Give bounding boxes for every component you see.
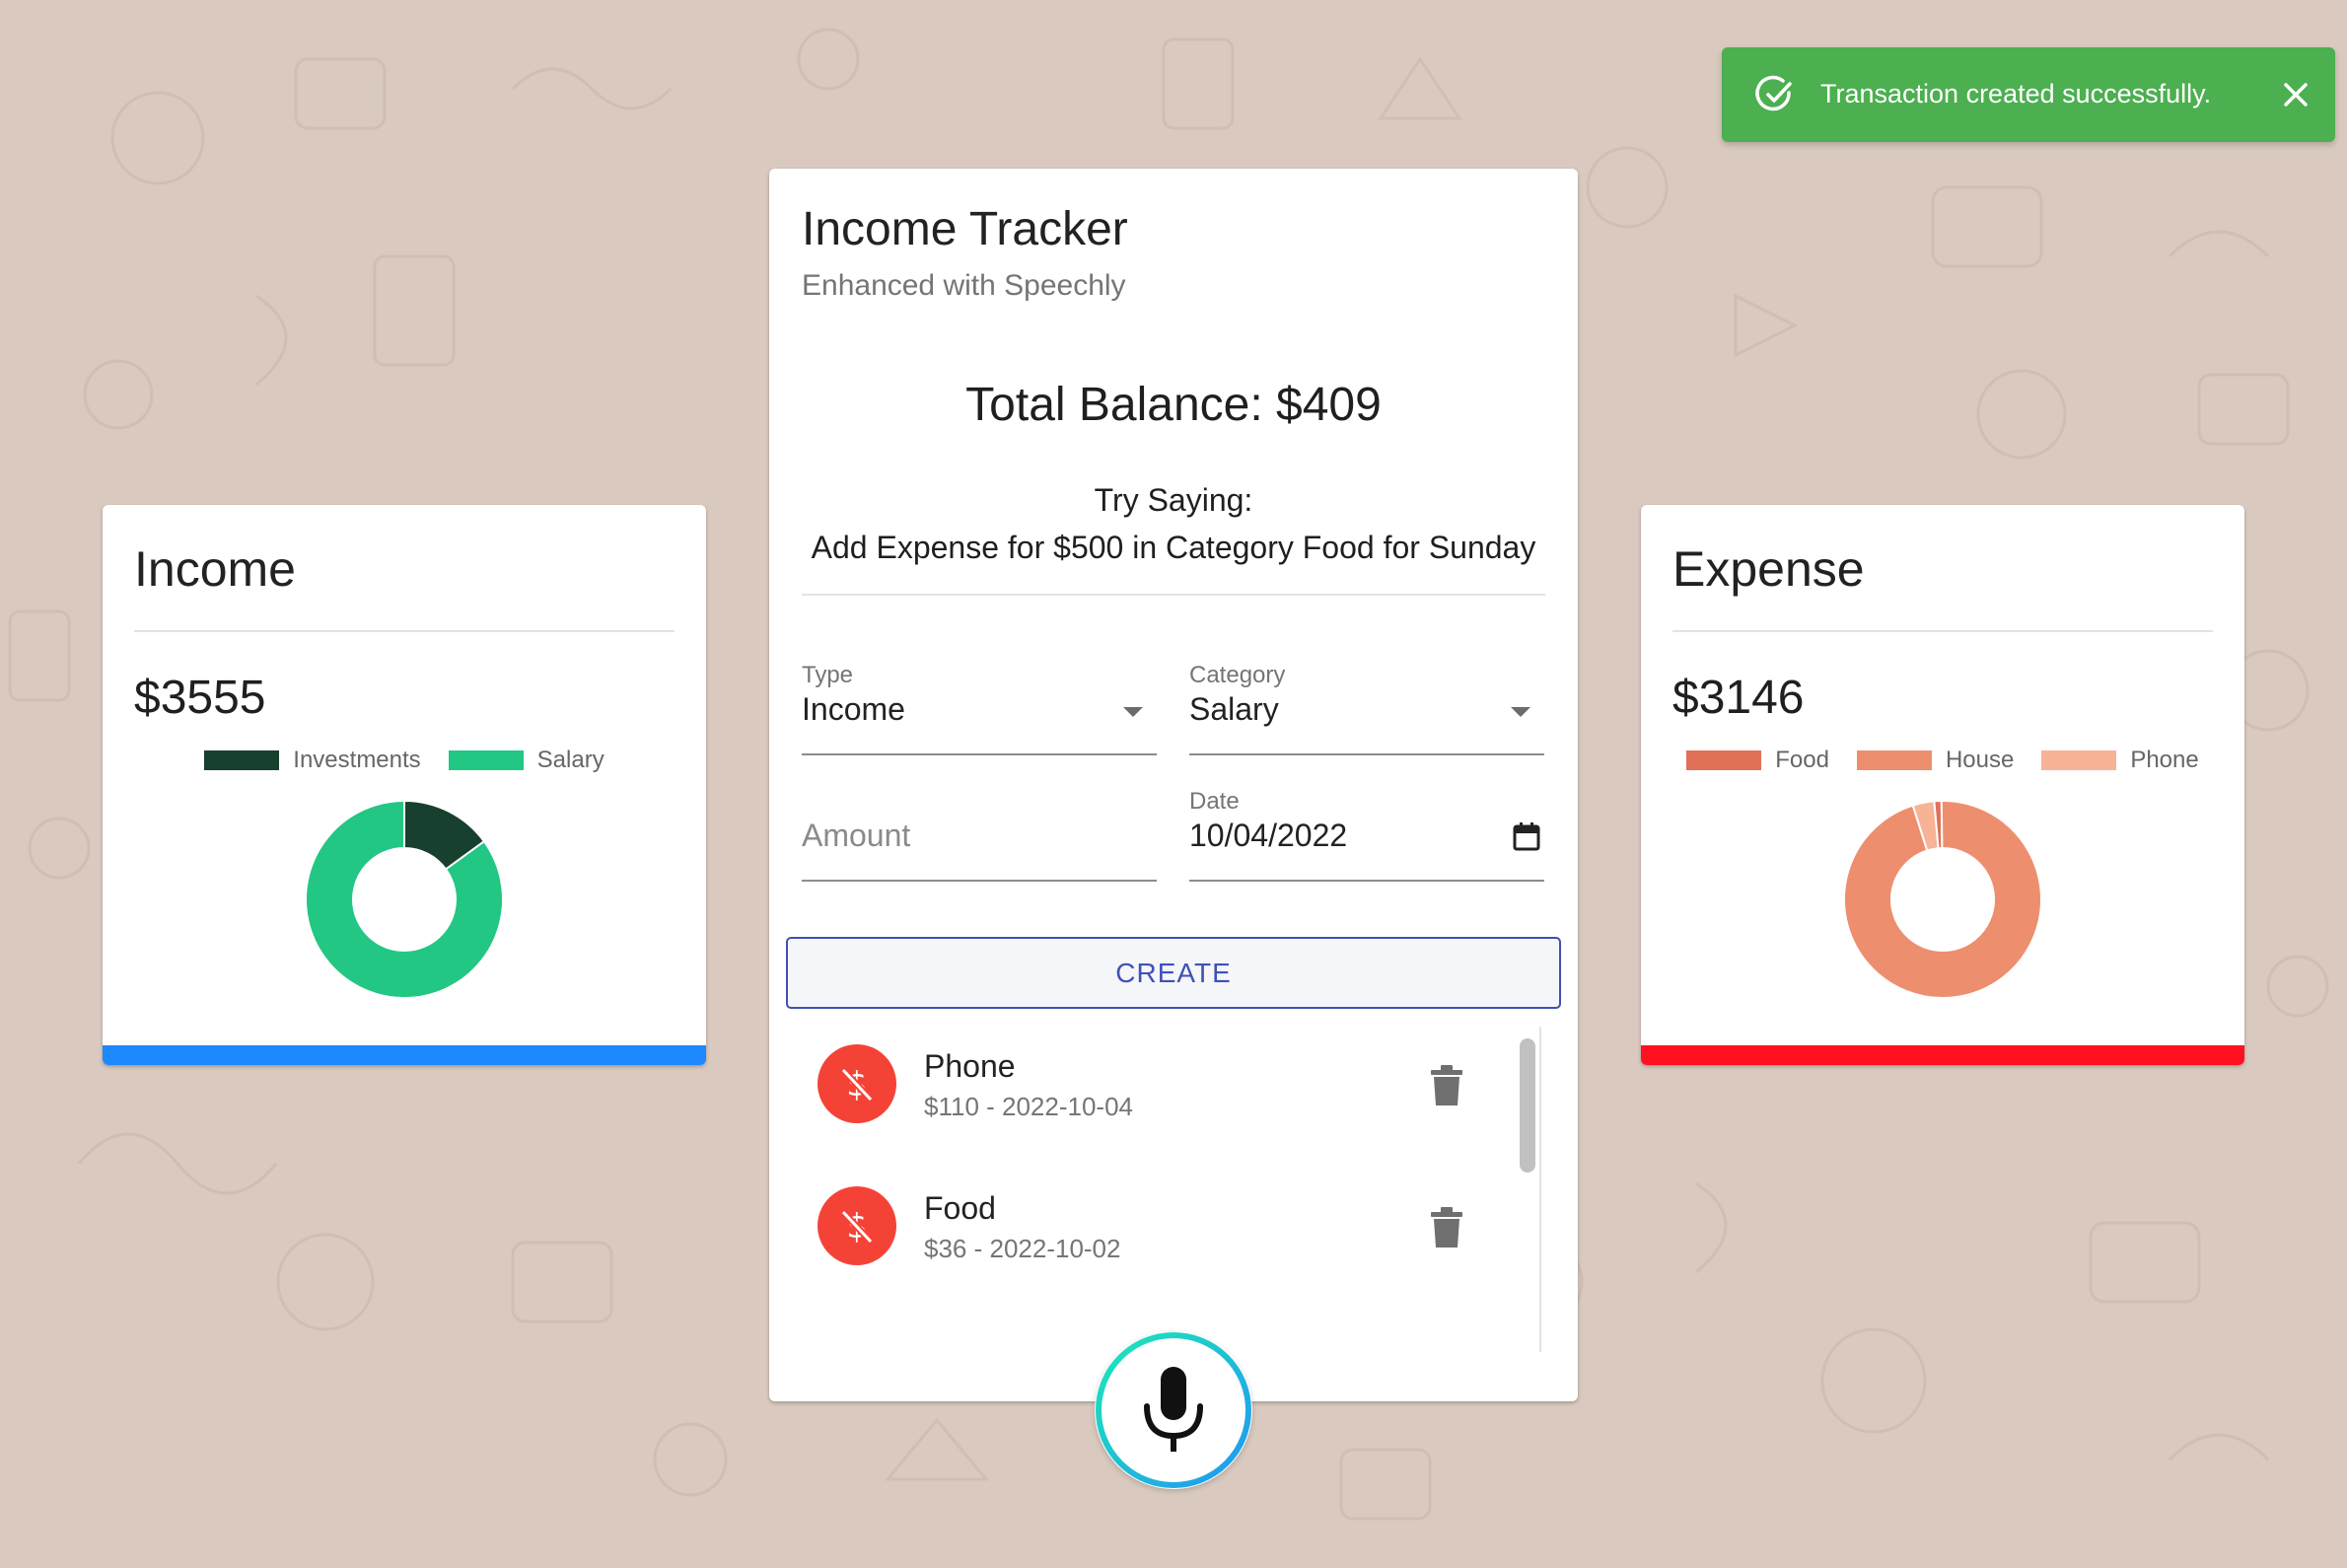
legend-swatch — [1856, 750, 1932, 770]
list-item[interactable]: $ Phone $110 - 2022-10-04 — [786, 1044, 1516, 1163]
category-underline — [1189, 753, 1544, 755]
legend-label: Investments — [293, 747, 421, 773]
income-donut-chart — [305, 799, 504, 999]
type-value: Income — [802, 691, 905, 727]
expense-divider — [1672, 630, 2213, 632]
legend-item-phone[interactable]: Phone — [2041, 747, 2199, 774]
income-legend: Investments Salary — [103, 746, 706, 775]
legend-swatch — [204, 750, 280, 770]
legend-label: House — [1945, 747, 2015, 773]
type-label: Type — [802, 662, 854, 688]
microphone-button[interactable] — [1095, 1331, 1252, 1489]
try-saying-label: Try Saying: — [1094, 482, 1253, 518]
transaction-name: Phone — [924, 1048, 1016, 1084]
chevron-down-icon — [1123, 707, 1143, 717]
expense-amount: $3146 — [1672, 672, 1805, 724]
money-off-icon: $ — [818, 1186, 896, 1265]
income-bar — [103, 1045, 706, 1065]
amount-input[interactable]: Amount — [802, 788, 1157, 882]
transaction-name: Food — [924, 1190, 996, 1226]
expense-bar — [1641, 1045, 2244, 1065]
expense-card: Expense $3146 Food House Phone — [1641, 505, 2244, 1065]
type-select[interactable]: Type Income — [802, 662, 1157, 755]
scrollbar-track — [1539, 1027, 1541, 1352]
legend-item-house[interactable]: House — [1856, 747, 2015, 774]
transactions-list[interactable]: $ Phone $110 - 2022-10-04 $ F — [786, 1027, 1561, 1352]
scrollbar-thumb[interactable] — [1520, 1038, 1535, 1173]
income-title: Income — [134, 541, 296, 597]
mic-ring — [1096, 1332, 1251, 1488]
legend-swatch — [1686, 750, 1762, 770]
transaction-detail: $36 - 2022-10-02 — [924, 1234, 1121, 1263]
expense-donut-chart — [1843, 799, 2042, 999]
legend-item-food[interactable]: Food — [1686, 747, 1829, 774]
calendar-icon[interactable] — [1513, 821, 1540, 851]
legend-label: Phone — [2130, 747, 2199, 773]
amount-underline — [802, 880, 1157, 882]
legend-swatch — [448, 750, 524, 770]
main-card: Income Tracker Enhanced with Speechly To… — [769, 169, 1578, 1401]
date-input[interactable]: Date 10/04/2022 — [1189, 788, 1544, 882]
chevron-down-icon — [1511, 707, 1530, 717]
total-balance: Total Balance: $409 — [965, 379, 1382, 431]
legend-item-investments[interactable]: Investments — [204, 747, 421, 774]
category-value: Salary — [1189, 691, 1279, 727]
list-item[interactable]: $ Food $36 - 2022-10-02 — [786, 1186, 1516, 1305]
expense-title: Expense — [1672, 541, 1865, 597]
date-label: Date — [1189, 788, 1240, 815]
app-subtitle: Enhanced with Speechly — [802, 269, 1126, 302]
try-saying-example: Add Expense for $500 in Category Food fo… — [811, 530, 1536, 565]
close-icon[interactable] — [2280, 79, 2311, 110]
income-amount: $3555 — [134, 672, 266, 724]
trash-icon[interactable] — [1427, 1206, 1466, 1249]
money-off-icon: $ — [818, 1044, 896, 1123]
toast-message: Transaction created successfully. — [1820, 79, 2212, 108]
legend-swatch — [2041, 750, 2117, 770]
legend-item-salary[interactable]: Salary — [448, 747, 605, 774]
legend-label: Salary — [536, 747, 605, 773]
main-divider — [802, 594, 1545, 596]
trash-icon[interactable] — [1427, 1064, 1466, 1107]
income-divider — [134, 630, 675, 632]
category-select[interactable]: Category Salary — [1189, 662, 1544, 755]
amount-placeholder: Amount — [802, 818, 911, 853]
transaction-detail: $110 - 2022-10-04 — [924, 1092, 1134, 1121]
type-underline — [802, 753, 1157, 755]
donut-slice-house[interactable] — [1843, 800, 2042, 999]
income-card: Income $3555 Investments Salary — [103, 505, 706, 1065]
date-value: 10/04/2022 — [1189, 818, 1348, 853]
app-title: Income Tracker — [802, 203, 1128, 255]
create-button[interactable]: CREATE — [786, 937, 1561, 1009]
expense-legend: Food House Phone — [1641, 746, 2244, 775]
check-circle-icon — [1755, 75, 1792, 111]
success-toast: Transaction created successfully. — [1722, 47, 2335, 142]
category-label: Category — [1189, 662, 1286, 688]
date-underline — [1189, 880, 1544, 882]
legend-label: Food — [1775, 747, 1829, 773]
